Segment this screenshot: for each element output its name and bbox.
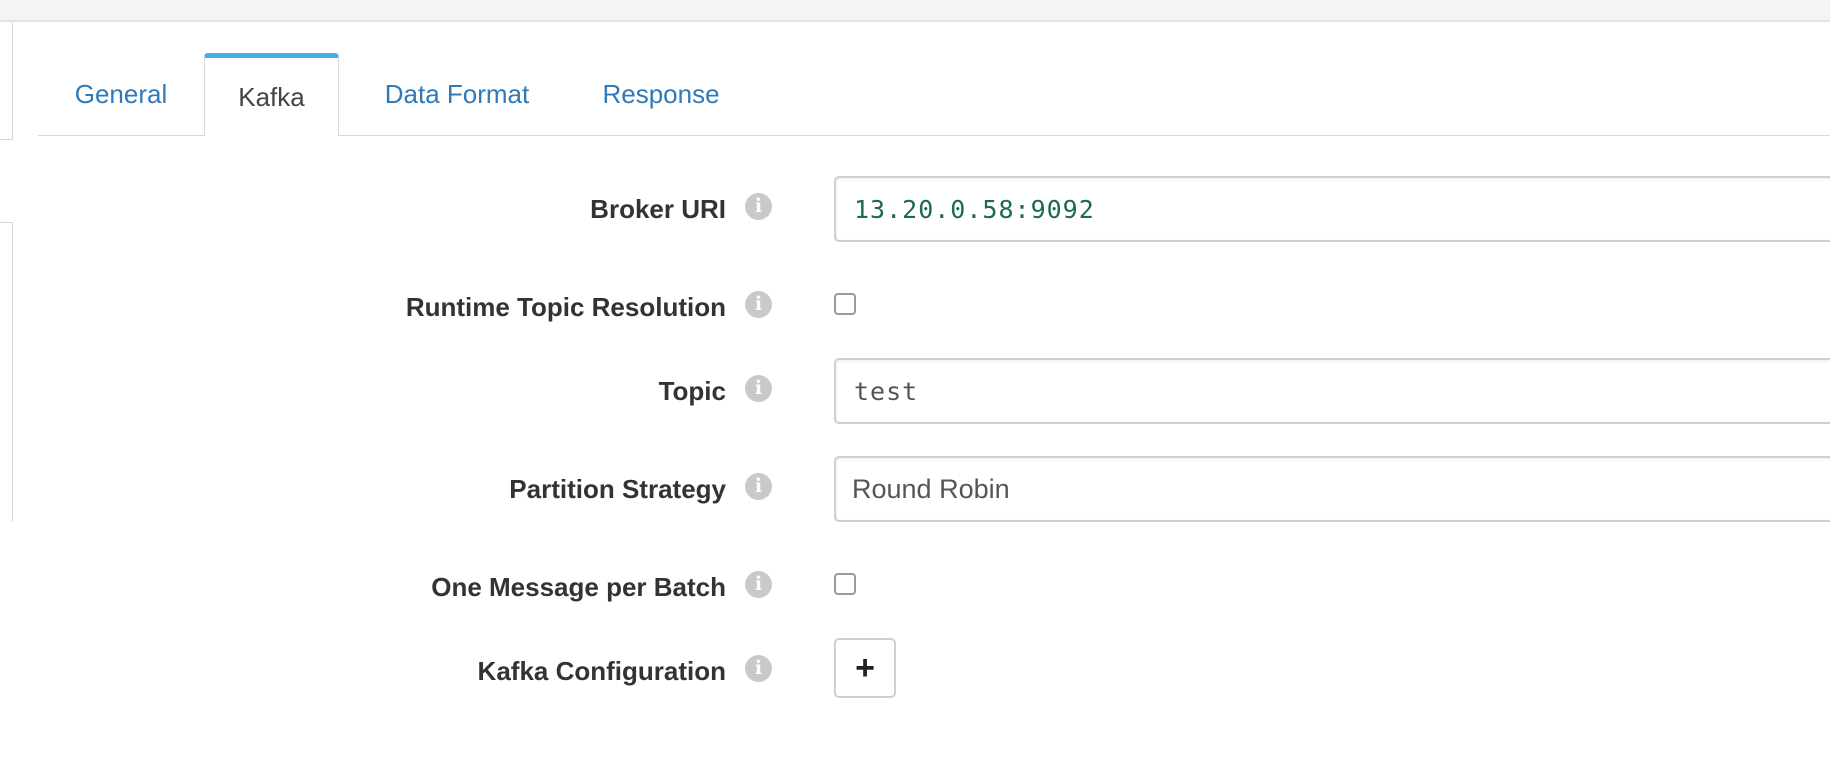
one-message-per-batch-checkbox[interactable] [834, 573, 856, 595]
tab-general[interactable]: General [62, 53, 180, 135]
tab-response[interactable]: Response [591, 53, 731, 135]
partition-strategy-label: Partition Strategy [509, 474, 726, 504]
top-panel-edge [0, 0, 1830, 22]
left-panel-border [12, 222, 13, 522]
runtime-topic-resolution-checkbox[interactable] [834, 293, 856, 315]
broker-uri-label: Broker URI [590, 194, 726, 224]
info-icon[interactable]: i [745, 473, 772, 500]
kafka-configuration-label: Kafka Configuration [477, 656, 726, 686]
info-icon[interactable]: i [745, 571, 772, 598]
runtime-topic-resolution-label: Runtime Topic Resolution [405, 292, 726, 322]
broker-uri-input[interactable]: 13.20.0.58:9092 [834, 176, 1830, 242]
info-icon[interactable]: i [745, 375, 772, 402]
info-icon[interactable]: i [745, 291, 772, 318]
tab-data-format[interactable]: Data Format [367, 53, 547, 135]
partition-strategy-select[interactable]: Round Robin [834, 456, 1830, 522]
left-panel-border-cap [0, 222, 12, 223]
topic-input[interactable]: test [834, 358, 1830, 424]
info-icon[interactable]: i [745, 193, 772, 220]
info-icon[interactable]: i [745, 655, 772, 682]
one-message-per-batch-label: One Message per Batch [431, 572, 726, 602]
left-panel-border [12, 22, 13, 140]
tab-bar: General Kafka Data Format Response [38, 53, 1830, 136]
topic-label: Topic [658, 376, 726, 406]
add-kafka-configuration-button[interactable]: + [834, 638, 896, 698]
left-panel-border-cap [0, 139, 12, 140]
tab-kafka[interactable]: Kafka [204, 53, 339, 136]
